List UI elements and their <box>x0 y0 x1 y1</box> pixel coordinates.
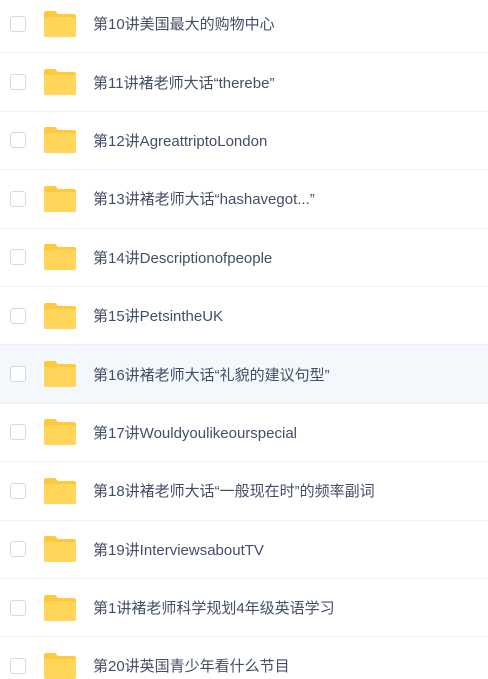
folder-icon <box>44 477 76 504</box>
row-checkbox[interactable] <box>10 307 26 324</box>
folder-icon <box>44 536 76 563</box>
folder-icon <box>44 302 76 329</box>
file-row[interactable]: 第16讲褚老师大话“礼貌的建议句型” <box>0 345 488 404</box>
row-checkbox[interactable] <box>10 541 26 558</box>
row-checkbox[interactable] <box>10 74 26 91</box>
file-row[interactable]: 第11讲褚老师大话“therebe” <box>0 53 488 112</box>
file-row[interactable]: 第17讲Wouldyoulikeourspecial <box>0 404 488 463</box>
file-name[interactable]: 第20讲英国青少年看什么节目 <box>93 655 290 676</box>
row-checkbox[interactable] <box>10 190 26 207</box>
file-row[interactable]: 第12讲AgreattriptoLondon <box>0 112 488 171</box>
row-checkbox[interactable] <box>10 15 26 32</box>
file-row[interactable]: 第18讲褚老师大话“一般现在时”的频率副词 <box>0 462 488 521</box>
folder-icon <box>44 185 76 212</box>
file-row[interactable]: 第14讲Descriptionofpeople <box>0 229 488 287</box>
file-row[interactable]: 第1讲褚老师科学规划4年级英语学习 <box>0 579 488 638</box>
file-row[interactable]: 第13讲褚老师大话“hashavegot...” <box>0 170 488 229</box>
file-name[interactable]: 第12讲AgreattriptoLondon <box>93 130 267 151</box>
row-checkbox[interactable] <box>10 657 26 674</box>
folder-icon <box>44 244 76 271</box>
folder-icon <box>44 419 76 446</box>
folder-icon <box>44 10 76 37</box>
file-name[interactable]: 第13讲褚老师大话“hashavegot...” <box>93 188 315 209</box>
row-checkbox[interactable] <box>10 482 26 499</box>
row-checkbox[interactable] <box>10 132 26 149</box>
folder-icon <box>44 127 76 154</box>
file-name[interactable]: 第16讲褚老师大话“礼貌的建议句型” <box>93 364 330 385</box>
folder-icon <box>44 361 76 388</box>
file-name[interactable]: 第10讲美国最大的购物中心 <box>93 13 275 34</box>
file-list: 第10讲美国最大的购物中心 第11讲褚老师大话“therebe” 第12讲Agr… <box>0 0 488 679</box>
file-row[interactable]: 第20讲英国青少年看什么节目 <box>0 637 488 679</box>
folder-icon <box>44 69 76 96</box>
file-row[interactable]: 第15讲PetsintheUK <box>0 287 488 346</box>
folder-icon <box>44 652 76 679</box>
file-row[interactable]: 第19讲InterviewsaboutTV <box>0 521 488 579</box>
file-name[interactable]: 第17讲Wouldyoulikeourspecial <box>93 422 297 443</box>
row-checkbox[interactable] <box>10 599 26 616</box>
row-checkbox[interactable] <box>10 249 26 266</box>
file-row[interactable]: 第10讲美国最大的购物中心 <box>0 0 488 54</box>
folder-icon <box>44 594 76 621</box>
row-checkbox[interactable] <box>10 366 26 383</box>
file-name[interactable]: 第18讲褚老师大话“一般现在时”的频率副词 <box>93 480 375 501</box>
file-name[interactable]: 第14讲Descriptionofpeople <box>93 247 272 268</box>
file-name[interactable]: 第15讲PetsintheUK <box>93 305 223 326</box>
file-name[interactable]: 第1讲褚老师科学规划4年级英语学习 <box>93 597 335 618</box>
file-name[interactable]: 第11讲褚老师大话“therebe” <box>93 72 274 93</box>
row-checkbox[interactable] <box>10 424 26 441</box>
file-name[interactable]: 第19讲InterviewsaboutTV <box>93 539 264 560</box>
